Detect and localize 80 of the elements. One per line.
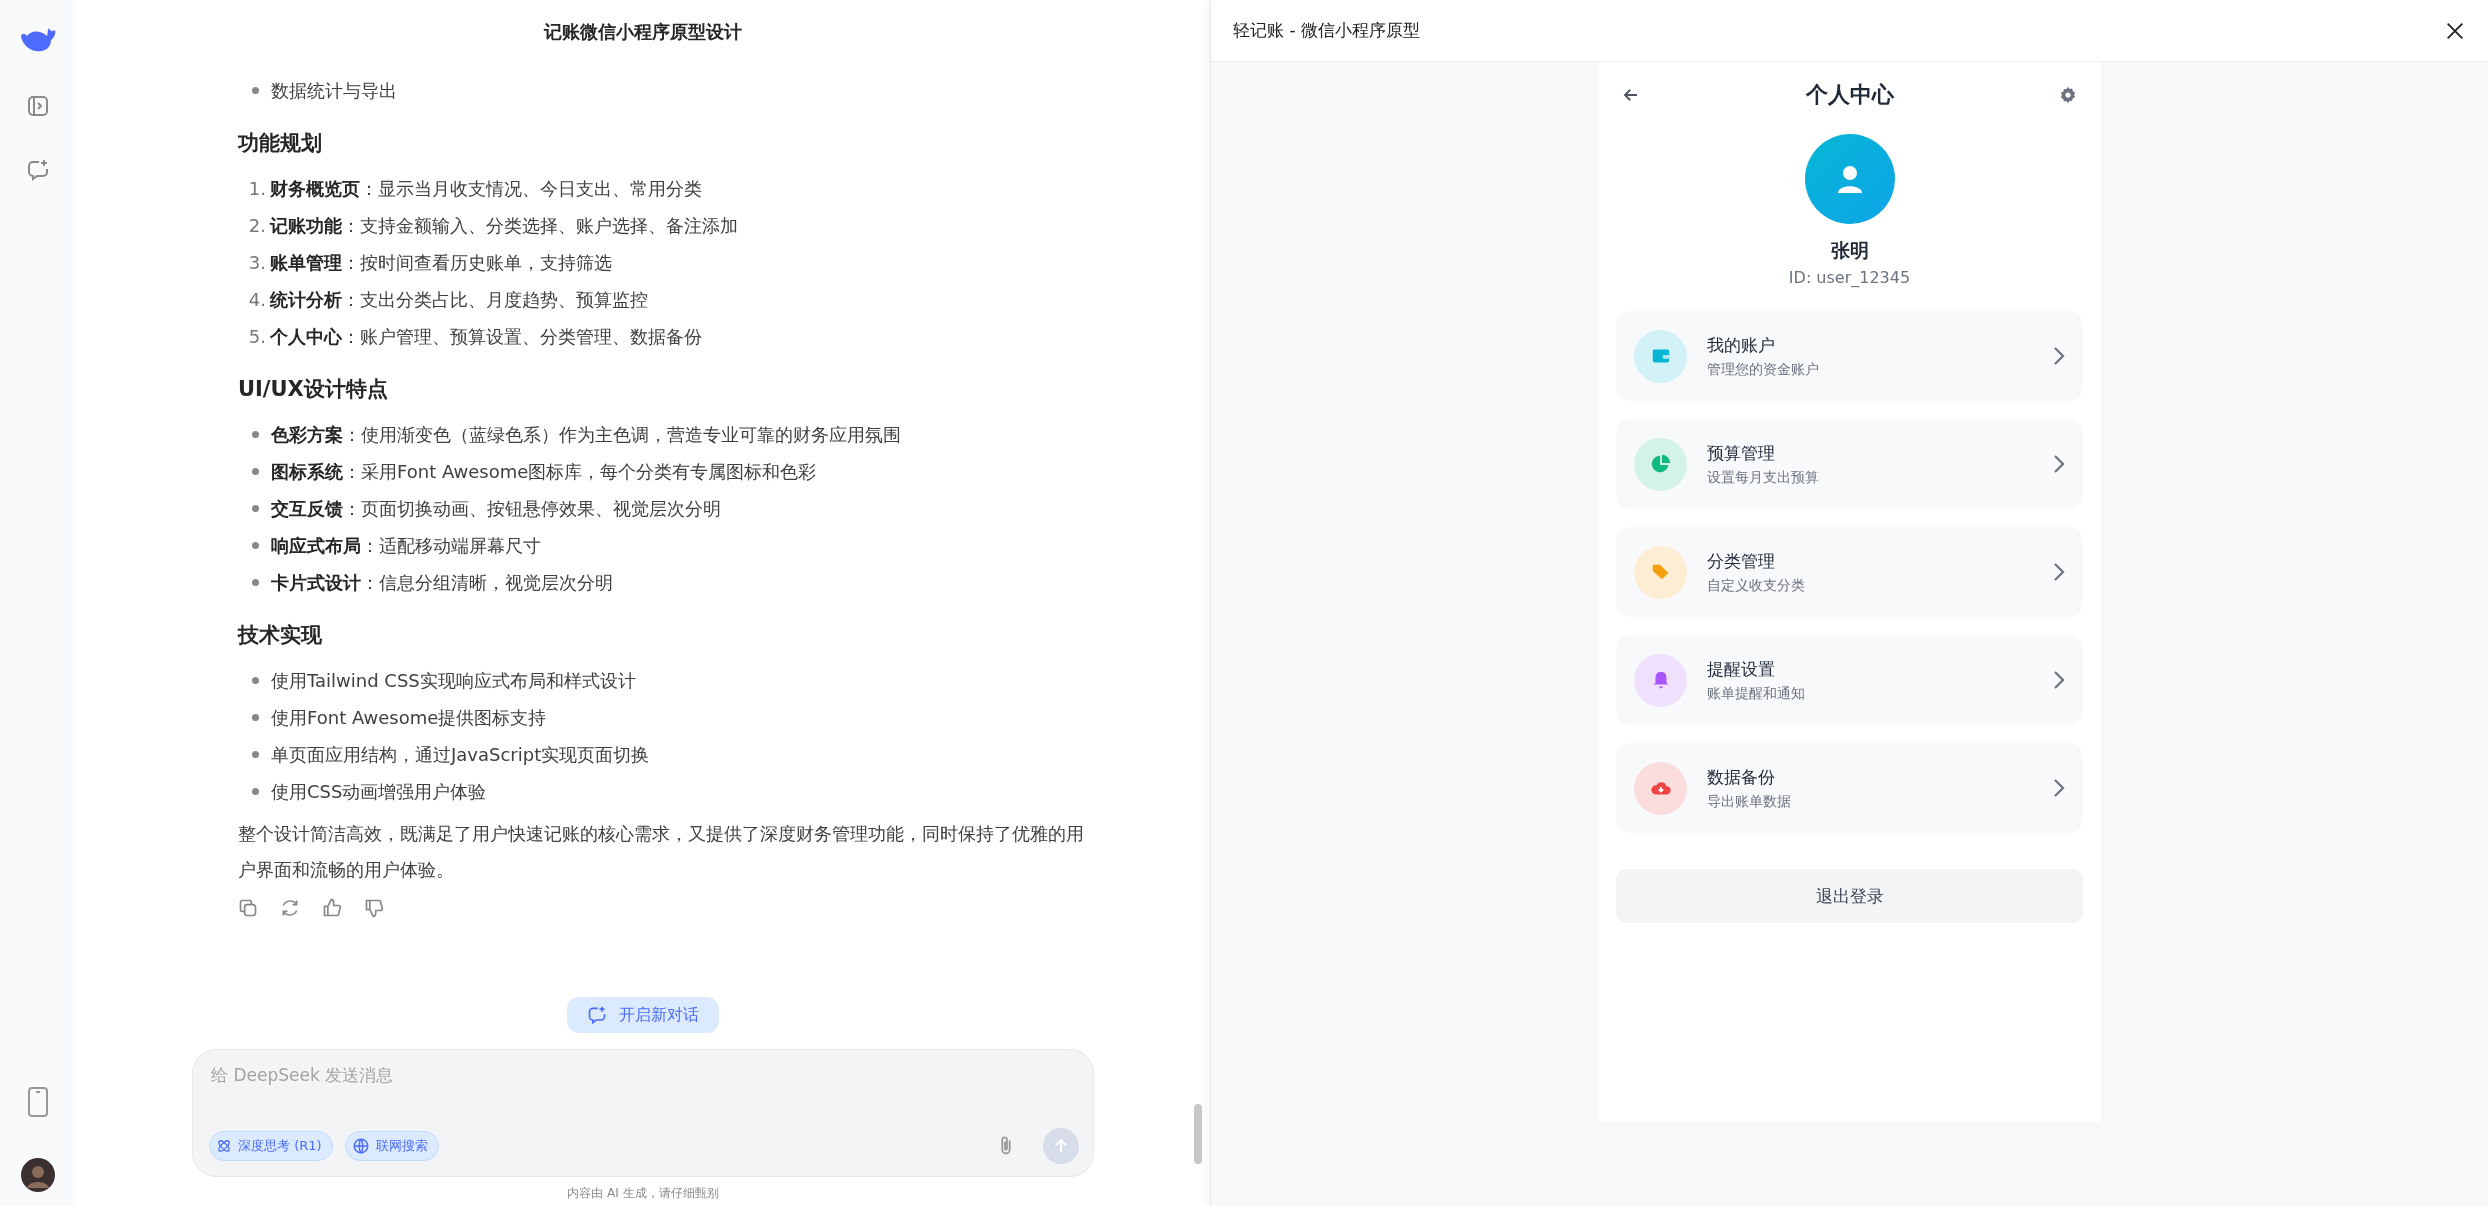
preview-title: 轻记账 - 微信小程序原型	[1233, 19, 1420, 42]
section-heading: UI/UX设计特点	[238, 376, 389, 403]
chevron-right-icon	[2053, 346, 2065, 366]
atom-icon	[216, 1138, 232, 1154]
menu-card[interactable]: 提醒设置 账单提醒和通知	[1616, 635, 2083, 725]
mode-toggle-button[interactable]: 深度思考 (R1)	[209, 1131, 333, 1161]
menu-subtitle: 管理您的资金账户	[1707, 360, 1820, 379]
menu-title: 数据备份	[1707, 765, 1776, 789]
chevron-right-icon	[2053, 778, 2065, 798]
list-item-text: 记账功能：支持金额输入、分类选择、账户选择、备注添加	[270, 214, 738, 238]
back-arrow-icon[interactable]	[1622, 86, 1640, 104]
chat-plus-icon	[587, 1005, 607, 1025]
menu-title: 我的账户	[1707, 333, 1776, 357]
chevron-right-icon	[2053, 562, 2065, 582]
chat-title: 记账微信小程序原型设计	[544, 20, 742, 44]
message-input-box[interactable]: 给 DeepSeek 发送消息 深度思考 (R1) 联网搜索	[192, 1049, 1094, 1177]
list-item-text: 卡片式设计：信息分组清晰，视觉层次分明	[271, 571, 613, 595]
bullet-dot	[252, 579, 259, 586]
user-name: 张明	[1830, 238, 1869, 263]
list-item-text: 使用Tailwind CSS实现响应式布局和样式设计	[271, 669, 636, 693]
menu-subtitle: 设置每月支出预算	[1707, 468, 1820, 487]
bullet-dot	[252, 714, 259, 721]
list-item-text: 个人中心：账户管理、预算设置、分类管理、数据备份	[270, 325, 702, 349]
bullet-dot	[252, 788, 259, 795]
settings-icon[interactable]	[2059, 86, 2077, 104]
phone-icon[interactable]	[27, 1086, 49, 1118]
section-heading: 功能规划	[238, 130, 323, 157]
whale-logo-icon[interactable]	[19, 26, 57, 54]
thumbs-up-icon[interactable]	[322, 898, 342, 918]
list-item-text: 统计分析：支出分类占比、月度趋势、预算监控	[270, 288, 648, 312]
bullet-dot	[252, 542, 259, 549]
menu-card[interactable]: 我的账户 管理您的资金账户	[1616, 311, 2083, 401]
disclaimer-text: 内容由 AI 生成，请仔细甄别	[567, 1185, 719, 1202]
list-item-text: 使用Font Awesome提供图标支持	[271, 706, 547, 730]
list-number: 4.	[247, 288, 267, 312]
menu-card[interactable]: 预算管理 设置每月支出预算	[1616, 419, 2083, 509]
regenerate-icon[interactable]	[280, 898, 300, 918]
globe-icon	[351, 1137, 370, 1155]
menu-subtitle: 自定义收支分类	[1707, 576, 1806, 595]
list-item-text: 单页面应用结构，通过JavaScript实现页面切换	[271, 743, 650, 767]
list-number: 2.	[247, 214, 267, 238]
bullet-dot	[252, 505, 259, 512]
menu-title: 分类管理	[1707, 549, 1776, 573]
arrow-up-icon	[1052, 1137, 1070, 1155]
sidebar-toggle-icon[interactable]	[26, 94, 50, 118]
section-heading: 技术实现	[238, 622, 323, 649]
user-id: ID: user_12345	[1788, 268, 1911, 287]
bullet-dot	[252, 468, 259, 475]
bullet-dot	[252, 431, 259, 438]
menu-card[interactable]: 数据备份 导出账单数据	[1616, 743, 2083, 833]
bullet-dot	[252, 677, 259, 684]
menu-subtitle: 导出账单数据	[1707, 792, 1792, 811]
menu-card[interactable]: 分类管理 自定义收支分类	[1616, 527, 2083, 617]
menu-title: 预算管理	[1707, 441, 1776, 465]
list-item-text: 使用CSS动画增强用户体验	[271, 780, 487, 804]
chevron-right-icon	[2053, 670, 2065, 690]
list-item-text: 图标系统：采用Font Awesome图标库，每个分类有专属图标和色彩	[271, 460, 817, 484]
list-item-text: 交互反馈：页面切换动画、按钮悬停效果、视觉层次分明	[271, 497, 721, 521]
list-number: 1.	[247, 177, 267, 201]
new-chat-button[interactable]: 开启新对话	[567, 997, 719, 1033]
thumbs-down-icon[interactable]	[364, 898, 384, 918]
menu-subtitle: 账单提醒和通知	[1707, 684, 1806, 703]
list-item-text: 色彩方案：使用渐变色（蓝绿色系）作为主色调，营造专业可靠的财务应用氛围	[271, 423, 901, 447]
list-item-text: 响应式布局：适配移动端屏幕尺寸	[271, 534, 541, 558]
list-item-text: 账单管理：按时间查看历史账单，支持筛选	[270, 251, 612, 275]
page-title: 个人中心	[1805, 81, 1894, 109]
summary-paragraph: 整个设计简洁高效，既满足了用户快速记账的核心需求，又提供了深度财务管理功能，同时保持了优雅的用户界面和流畅的用户体验。	[238, 822, 1085, 882]
bullet-dot	[252, 751, 259, 758]
bullet-dot	[252, 87, 259, 94]
copy-icon[interactable]	[238, 898, 258, 918]
logout-button[interactable]: 退出登录	[1616, 869, 2083, 923]
new-chat-icon[interactable]	[26, 158, 50, 182]
list-number: 5.	[247, 325, 267, 349]
menu-title: 提醒设置	[1707, 657, 1776, 681]
list-item-text: 财务概览页：显示当月收支情况、今日支出、常用分类	[270, 177, 702, 201]
list-item-text: 数据统计与导出	[271, 79, 397, 103]
chevron-right-icon	[2053, 454, 2065, 474]
list-number: 3.	[247, 251, 267, 275]
mode-toggle-button[interactable]: 联网搜索	[344, 1131, 439, 1161]
user-avatar[interactable]	[21, 1158, 55, 1192]
